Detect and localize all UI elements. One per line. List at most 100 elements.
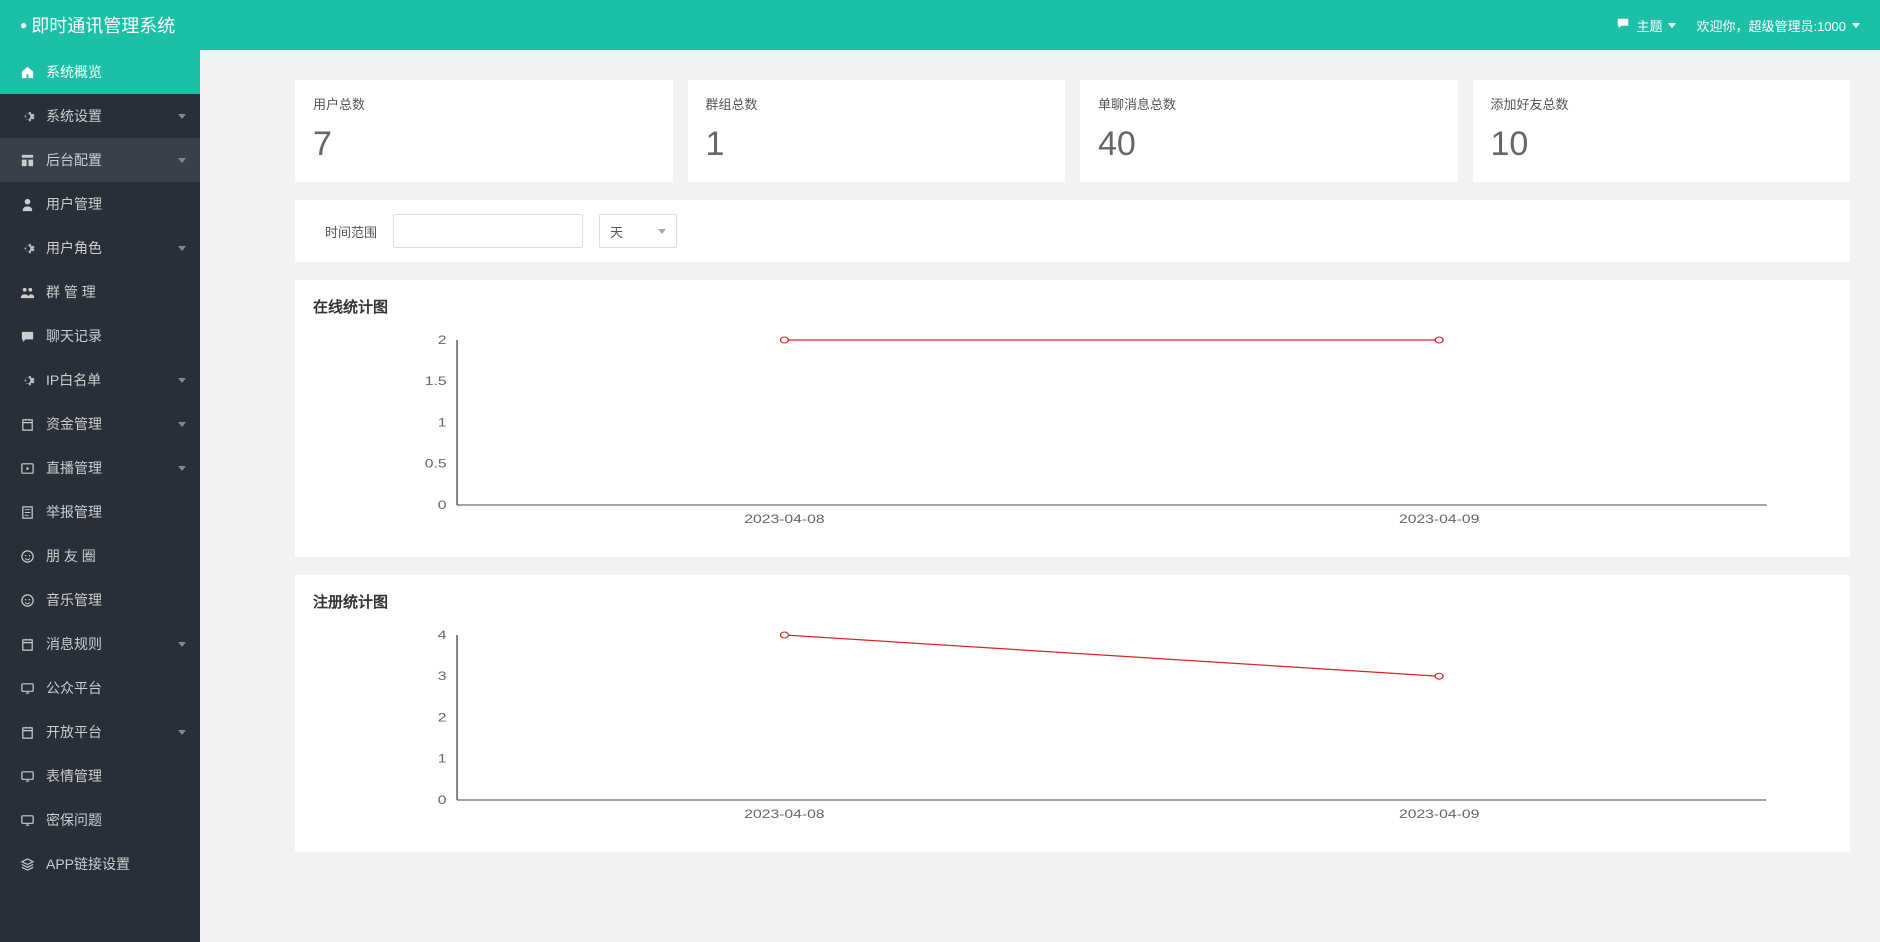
sidebar-item-label: 密保问题 [46, 810, 102, 830]
app-title: 即时通讯管理系统 [20, 12, 175, 38]
calendar-icon [18, 417, 36, 432]
sidebar-item-17[interactable]: 密保问题 [0, 798, 200, 842]
sidebar-item-label: 后台配置 [46, 150, 102, 170]
chevron-down-icon [178, 466, 186, 471]
header-right: 主题 欢迎你，超级管理员:1000 [1616, 16, 1860, 35]
sidebar-item-4[interactable]: 用户角色 [0, 226, 200, 270]
svg-text:2023-04-08: 2023-04-08 [744, 807, 825, 821]
monitor-icon [18, 769, 36, 784]
stat-title: 用户总数 [313, 94, 655, 113]
chevron-down-icon [178, 158, 186, 163]
sidebar-item-label: 用户管理 [46, 194, 102, 214]
top-header: 即时通讯管理系统 主题 欢迎你，超级管理员:1000 [0, 0, 1880, 50]
calendar-icon [18, 637, 36, 652]
main-content: 用户总数7群组总数1单聊消息总数40添加好友总数10 时间范围 天 在线统计图 … [200, 50, 1880, 942]
sidebar: 系统概览系统设置后台配置用户管理用户角色群 管 理聊天记录 IP白名单资金管理直播… [0, 50, 200, 942]
sidebar-item-label: 音乐管理 [46, 590, 102, 610]
sidebar-item-16[interactable]: 表情管理 [0, 754, 200, 798]
sidebar-item-5[interactable]: 群 管 理 [0, 270, 200, 314]
stats-row: 用户总数 7 群组总数1 单聊消息总数 40 添加好友总数 10 [295, 80, 1850, 182]
sidebar-item-2[interactable]: 后台配置 [0, 138, 200, 182]
svg-text:0.5: 0.5 [425, 457, 447, 471]
stat-value: 40 [1098, 125, 1440, 164]
register-chart-card: 注册统计图 012342023-04-082023-04-09 [295, 575, 1850, 852]
online-chart-card: 在线统计图 00.511.522023-04-082023-04-09 [295, 280, 1850, 557]
sidebar-item-label: 用户角色 [46, 238, 102, 258]
stat-title: 单聊消息总数 [1098, 94, 1440, 113]
sidebar-item-3[interactable]: 用户管理 [0, 182, 200, 226]
svg-text:4: 4 [438, 628, 447, 642]
sidebar-item-label: IP白名单 [46, 370, 101, 390]
sidebar-item-7[interactable]: IP白名单 [0, 358, 200, 402]
sidebar-item-12[interactable]: 音乐管理 [0, 578, 200, 622]
svg-text:0: 0 [438, 498, 447, 512]
sidebar-item-label: 公众平台 [46, 678, 102, 698]
svg-text:2: 2 [438, 710, 447, 724]
gear-icon [18, 109, 36, 124]
sidebar-item-15[interactable]: 开放平台 [0, 710, 200, 754]
sidebar-item-18[interactable]: APP链接设置 [0, 842, 200, 886]
sidebar-item-label: 表情管理 [46, 766, 102, 786]
chat-icon [18, 329, 36, 344]
sidebar-item-11[interactable]: 朋 友 圈 [0, 534, 200, 578]
calendar-icon [18, 725, 36, 740]
unit-selected: 天 [610, 222, 623, 241]
sidebar-item-6[interactable]: 聊天记录 [0, 314, 200, 358]
theme-label: 主题 [1636, 16, 1662, 35]
sidebar-item-1[interactable]: 系统设置 [0, 94, 200, 138]
svg-text:3: 3 [438, 669, 447, 683]
stack-icon [18, 857, 36, 872]
sidebar-item-0[interactable]: 系统概览 [0, 50, 200, 94]
stat-card-1: 群组总数1 [688, 80, 1066, 182]
sidebar-item-label: APP链接设置 [46, 854, 130, 874]
chat-icon [1616, 17, 1630, 34]
register-chart: 012342023-04-082023-04-09 [313, 620, 1832, 830]
filter-bar: 时间范围 天 [295, 200, 1850, 262]
sidebar-item-13[interactable]: 消息规则 [0, 622, 200, 666]
home-icon [18, 65, 36, 80]
online-chart: 00.511.522023-04-082023-04-09 [313, 325, 1832, 535]
chevron-down-icon [178, 422, 186, 427]
stat-value: 10 [1491, 125, 1833, 164]
chevron-down-icon [178, 730, 186, 735]
sidebar-item-label: 群 管 理 [46, 282, 96, 302]
group-icon [18, 285, 36, 300]
sidebar-item-9[interactable]: 直播管理 [0, 446, 200, 490]
sidebar-item-label: 举报管理 [46, 502, 102, 522]
stat-card-0: 用户总数 7 [295, 80, 673, 182]
report-icon [18, 505, 36, 520]
theme-dropdown[interactable]: 主题 [1616, 16, 1676, 35]
sidebar-item-8[interactable]: 资金管理 [0, 402, 200, 446]
svg-text:2: 2 [438, 333, 447, 347]
sidebar-item-label: 直播管理 [46, 458, 102, 478]
sidebar-item-label: 朋 友 圈 [46, 546, 96, 566]
sidebar-item-label: 开放平台 [46, 722, 102, 742]
chevron-down-icon [178, 378, 186, 383]
user-dropdown[interactable]: 欢迎你，超级管理员:1000 [1696, 16, 1860, 35]
stat-title: 添加好友总数 [1491, 94, 1833, 113]
time-range-label: 时间范围 [325, 222, 377, 241]
svg-text:2023-04-09: 2023-04-09 [1399, 512, 1480, 526]
stat-value: 1 [706, 125, 1048, 164]
unit-select[interactable]: 天 [599, 214, 677, 248]
play-icon [18, 461, 36, 476]
sidebar-item-label: 聊天记录 [46, 326, 102, 346]
sidebar-item-10[interactable]: 举报管理 [0, 490, 200, 534]
date-range-input[interactable] [393, 214, 583, 248]
sidebar-item-label: 系统设置 [46, 106, 102, 126]
chevron-down-icon [178, 246, 186, 251]
chevron-down-icon [1852, 23, 1860, 28]
user-icon [18, 197, 36, 212]
sidebar-item-label: 资金管理 [46, 414, 102, 434]
chevron-down-icon [1668, 23, 1676, 28]
stat-card-3: 添加好友总数 10 [1473, 80, 1851, 182]
sidebar-item-14[interactable]: 公众平台 [0, 666, 200, 710]
chart-title: 在线统计图 [313, 296, 1832, 317]
smile-icon [18, 549, 36, 564]
layout-icon [18, 153, 36, 168]
chart-title: 注册统计图 [313, 591, 1832, 612]
svg-text:2023-04-08: 2023-04-08 [744, 512, 825, 526]
monitor-icon [18, 681, 36, 696]
svg-text:1.5: 1.5 [425, 374, 447, 388]
stat-value: 7 [313, 125, 655, 164]
